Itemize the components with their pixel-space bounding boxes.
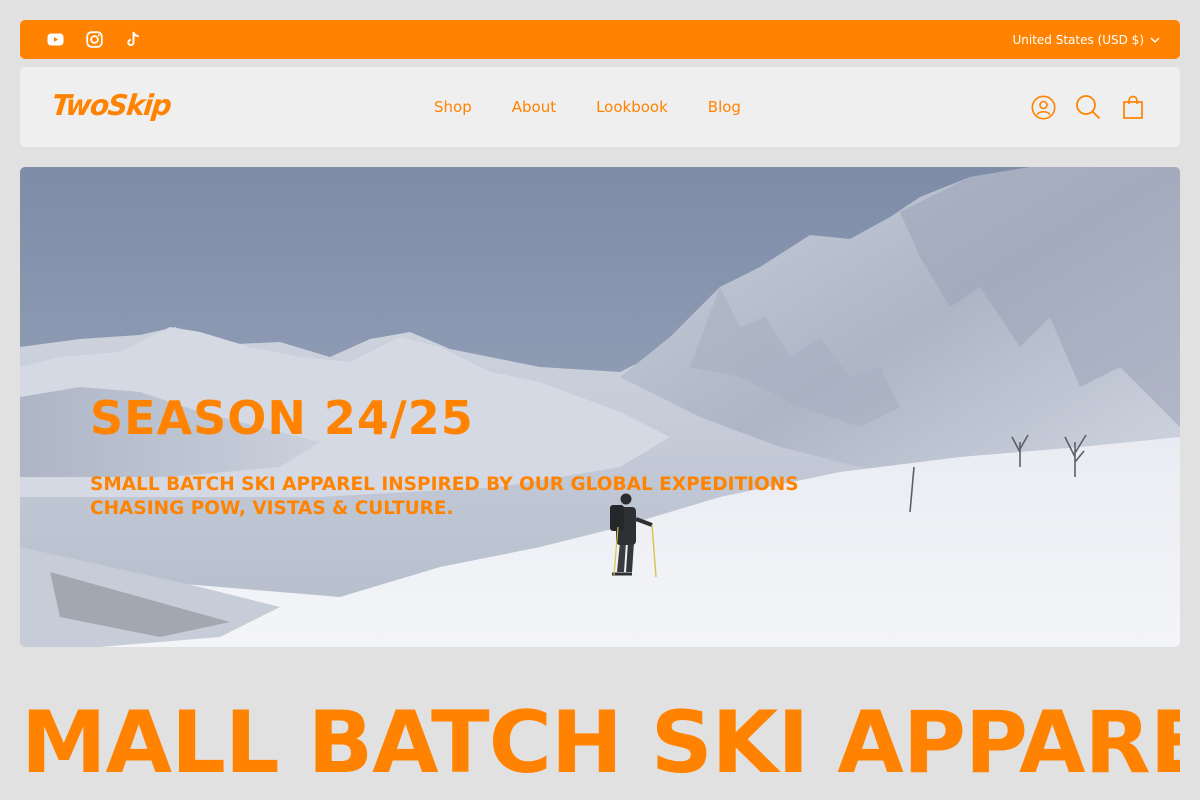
youtube-icon[interactable] (46, 30, 65, 49)
header-icons (1030, 67, 1146, 147)
chevron-down-icon (1150, 37, 1160, 43)
announcement-bar: United States (USD $) (20, 20, 1180, 59)
hero-banner[interactable]: SEASON 24/25 Small batch ski apparel ins… (20, 167, 1180, 647)
tiktok-icon[interactable] (124, 30, 143, 49)
account-icon[interactable] (1030, 94, 1056, 120)
nav-item-about[interactable]: About (512, 98, 556, 116)
site-header: TwoSkip Shop About Lookbook Blog (20, 67, 1180, 147)
marquee-banner: SMALL BATCH SKI APPAREL (20, 690, 1180, 800)
brand-logo[interactable]: TwoSkip (50, 89, 172, 123)
hero-title: SEASON 24/25 (90, 391, 474, 445)
nav-item-lookbook[interactable]: Lookbook (596, 98, 668, 116)
instagram-icon[interactable] (85, 30, 104, 49)
currency-label: United States (USD $) (1012, 32, 1144, 47)
currency-selector[interactable]: United States (USD $) (1012, 33, 1160, 47)
cart-icon[interactable] (1120, 94, 1146, 120)
marquee-text: SMALL BATCH SKI APPAREL (20, 693, 1180, 793)
search-icon[interactable] (1075, 94, 1101, 120)
hero-subtitle: Small batch ski apparel inspired by our … (90, 474, 799, 519)
nav-item-shop[interactable]: Shop (434, 98, 472, 116)
main-nav: Shop About Lookbook Blog (434, 67, 741, 147)
nav-item-blog[interactable]: Blog (708, 98, 741, 116)
social-links (46, 30, 143, 49)
